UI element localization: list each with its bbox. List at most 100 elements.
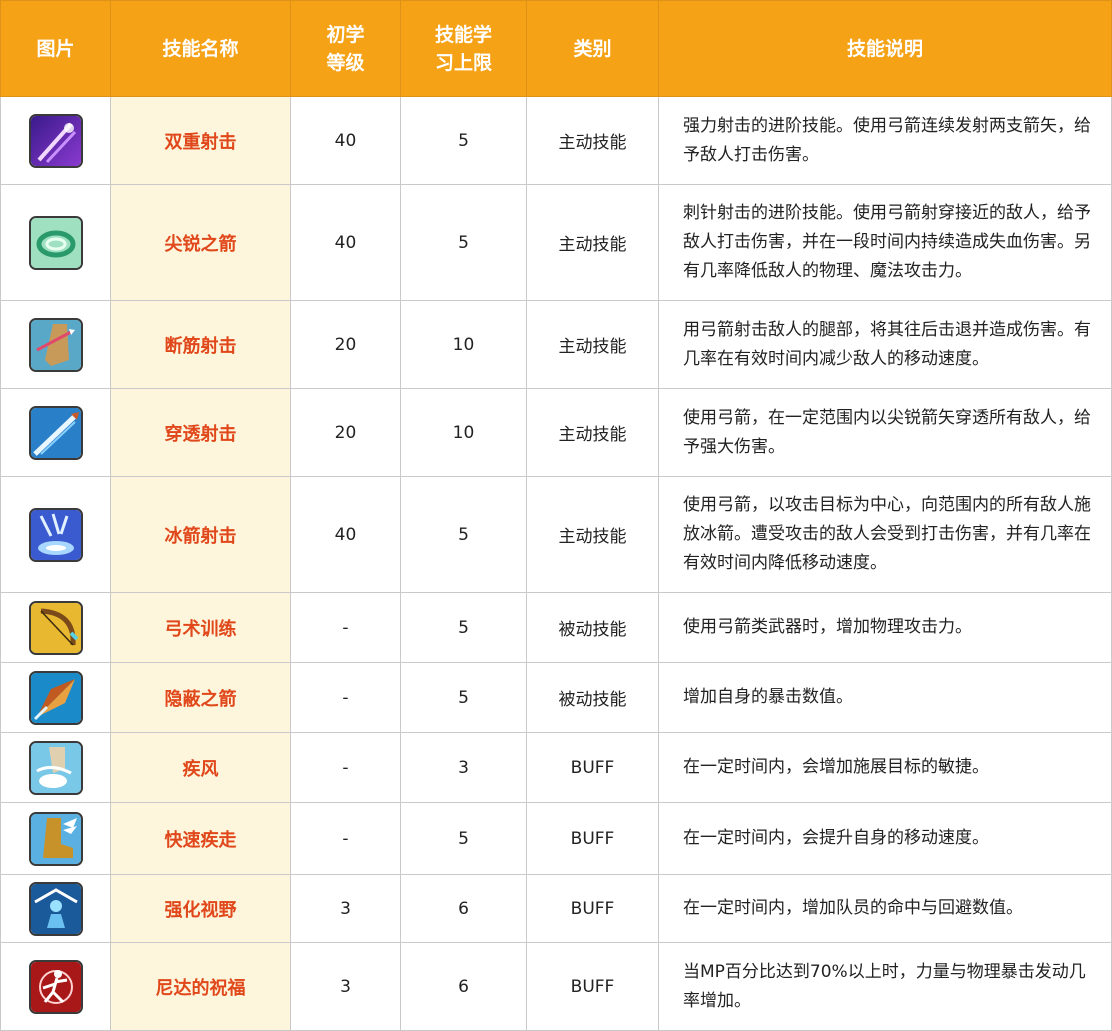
skill-description: 使用弓箭类武器时，增加物理攻击力。 (658, 592, 1112, 663)
skill-level: 40 (290, 476, 401, 593)
ice-arrow-icon (28, 507, 83, 562)
skill-level: 3 (290, 874, 401, 943)
skill-level: - (290, 732, 401, 803)
header-category: 类别 (526, 0, 659, 97)
skill-level: 3 (290, 942, 401, 1031)
table-row: 尖锐之箭 40 5 主动技能 刺针射击的进阶技能。使用弓箭射穿接近的敌人，给予敌… (0, 184, 1112, 301)
green-swirl-icon (28, 215, 83, 270)
skill-description: 刺针射击的进阶技能。使用弓箭射穿接近的敌人，给予敌人打击伤害，并在一段时间内持续… (658, 184, 1112, 301)
skill-category: 主动技能 (526, 388, 659, 477)
header-row: 图片 技能名称 初学等级 技能学习上限 类别 技能说明 (0, 0, 1112, 97)
skills-table: 图片 技能名称 初学等级 技能学习上限 类别 技能说明 双重射击 40 5 主动… (0, 0, 1112, 1031)
skill-name: 穿透射击 (110, 388, 291, 477)
wind-boot-icon (28, 740, 83, 795)
table-row: 断筋射击 20 10 主动技能 用弓箭射击敌人的腿部，将其往后击退并造成伤害。有… (0, 300, 1112, 389)
piercing-arrow-icon (28, 405, 83, 460)
skill-max: 5 (400, 592, 527, 663)
skill-description: 强力射击的进阶技能。使用弓箭连续发射两支箭矢，给予敌人打击伤害。 (658, 96, 1112, 185)
winged-boot-icon (28, 811, 83, 866)
table-row: 疾风 - 3 BUFF 在一定时间内，会增加施展目标的敏捷。 (0, 732, 1112, 803)
icon-cell (0, 300, 111, 389)
header-level-line1: 初学 (326, 23, 365, 46)
skill-name: 断筋射击 (110, 300, 291, 389)
skill-level: - (290, 802, 401, 875)
icon-cell (0, 802, 111, 875)
skill-level: - (290, 662, 401, 733)
icon-cell (0, 662, 111, 733)
skill-name: 疾风 (110, 732, 291, 803)
skill-level: 20 (290, 388, 401, 477)
skill-max: 5 (400, 96, 527, 185)
blessing-icon (28, 959, 83, 1014)
skill-level: 40 (290, 96, 401, 185)
skill-name: 尖锐之箭 (110, 184, 291, 301)
skill-max: 5 (400, 184, 527, 301)
icon-cell (0, 96, 111, 185)
header-level: 初学 等级 (290, 0, 401, 97)
table-row: 快速疾走 - 5 BUFF 在一定时间内，会提升自身的移动速度。 (0, 802, 1112, 875)
table-row: 强化视野 3 6 BUFF 在一定时间内，增加队员的命中与回避数值。 (0, 874, 1112, 943)
bow-icon (28, 600, 83, 655)
skill-max: 6 (400, 942, 527, 1031)
arrowhead-icon (28, 670, 83, 725)
skill-name: 隐蔽之箭 (110, 662, 291, 733)
header-level-line2: 等级 (326, 51, 365, 74)
skill-category: 被动技能 (526, 662, 659, 733)
skill-description: 增加自身的暴击数值。 (658, 662, 1112, 733)
skill-description: 当MP百分比达到70%以上时，力量与物理暴击发动几率增加。 (658, 942, 1112, 1031)
skill-category: BUFF (526, 874, 659, 943)
skill-level: 20 (290, 300, 401, 389)
skill-level: - (290, 592, 401, 663)
table-row: 隐蔽之箭 - 5 被动技能 增加自身的暴击数值。 (0, 662, 1112, 733)
skill-description: 在一定时间内，会增加施展目标的敏捷。 (658, 732, 1112, 803)
skill-max: 5 (400, 662, 527, 733)
header-max-line2: 习上限 (434, 51, 492, 74)
skill-category: 主动技能 (526, 96, 659, 185)
vision-icon (28, 881, 83, 936)
skill-max: 3 (400, 732, 527, 803)
icon-cell (0, 942, 111, 1031)
icon-cell (0, 476, 111, 593)
skill-category: BUFF (526, 732, 659, 803)
icon-cell (0, 874, 111, 943)
skill-name: 冰箭射击 (110, 476, 291, 593)
purple-streak-icon (28, 113, 83, 168)
table-row: 双重射击 40 5 主动技能 强力射击的进阶技能。使用弓箭连续发射两支箭矢，给予… (0, 96, 1112, 185)
table-row: 尼达的祝福 3 6 BUFF 当MP百分比达到70%以上时，力量与物理暴击发动几… (0, 942, 1112, 1031)
skill-description: 在一定时间内，会提升自身的移动速度。 (658, 802, 1112, 875)
skill-max: 10 (400, 388, 527, 477)
header-description: 技能说明 (658, 0, 1112, 97)
icon-cell (0, 732, 111, 803)
skill-name: 快速疾走 (110, 802, 291, 875)
skill-category: BUFF (526, 802, 659, 875)
header-max: 技能学 习上限 (400, 0, 527, 97)
skill-category: 主动技能 (526, 300, 659, 389)
skill-level: 40 (290, 184, 401, 301)
skill-name: 尼达的祝福 (110, 942, 291, 1031)
skill-category: 主动技能 (526, 184, 659, 301)
icon-cell (0, 592, 111, 663)
header-max-line1: 技能学 (434, 23, 492, 46)
skill-name: 强化视野 (110, 874, 291, 943)
skill-description: 使用弓箭，以攻击目标为中心，向范围内的所有敌人施放冰箭。遭受攻击的敌人会受到打击… (658, 476, 1112, 593)
skill-name: 双重射击 (110, 96, 291, 185)
skill-max: 5 (400, 476, 527, 593)
table-row: 穿透射击 20 10 主动技能 使用弓箭，在一定范围内以尖锐箭矢穿透所有敌人，给… (0, 388, 1112, 477)
table-row: 弓术训练 - 5 被动技能 使用弓箭类武器时，增加物理攻击力。 (0, 592, 1112, 663)
skill-name: 弓术训练 (110, 592, 291, 663)
skill-max: 5 (400, 802, 527, 875)
icon-cell (0, 184, 111, 301)
skill-category: 被动技能 (526, 592, 659, 663)
header-name: 技能名称 (110, 0, 291, 97)
skill-category: 主动技能 (526, 476, 659, 593)
skill-description: 使用弓箭，在一定范围内以尖锐箭矢穿透所有敌人，给予强大伤害。 (658, 388, 1112, 477)
table-row: 冰箭射击 40 5 主动技能 使用弓箭，以攻击目标为中心，向范围内的所有敌人施放… (0, 476, 1112, 593)
header-image: 图片 (0, 0, 111, 97)
skill-category: BUFF (526, 942, 659, 1031)
skill-max: 6 (400, 874, 527, 943)
skill-max: 10 (400, 300, 527, 389)
icon-cell (0, 388, 111, 477)
skill-description: 在一定时间内，增加队员的命中与回避数值。 (658, 874, 1112, 943)
skill-description: 用弓箭射击敌人的腿部，将其往后击退并造成伤害。有几率在有效时间内减少敌人的移动速… (658, 300, 1112, 389)
leg-arrow-icon (28, 317, 83, 372)
